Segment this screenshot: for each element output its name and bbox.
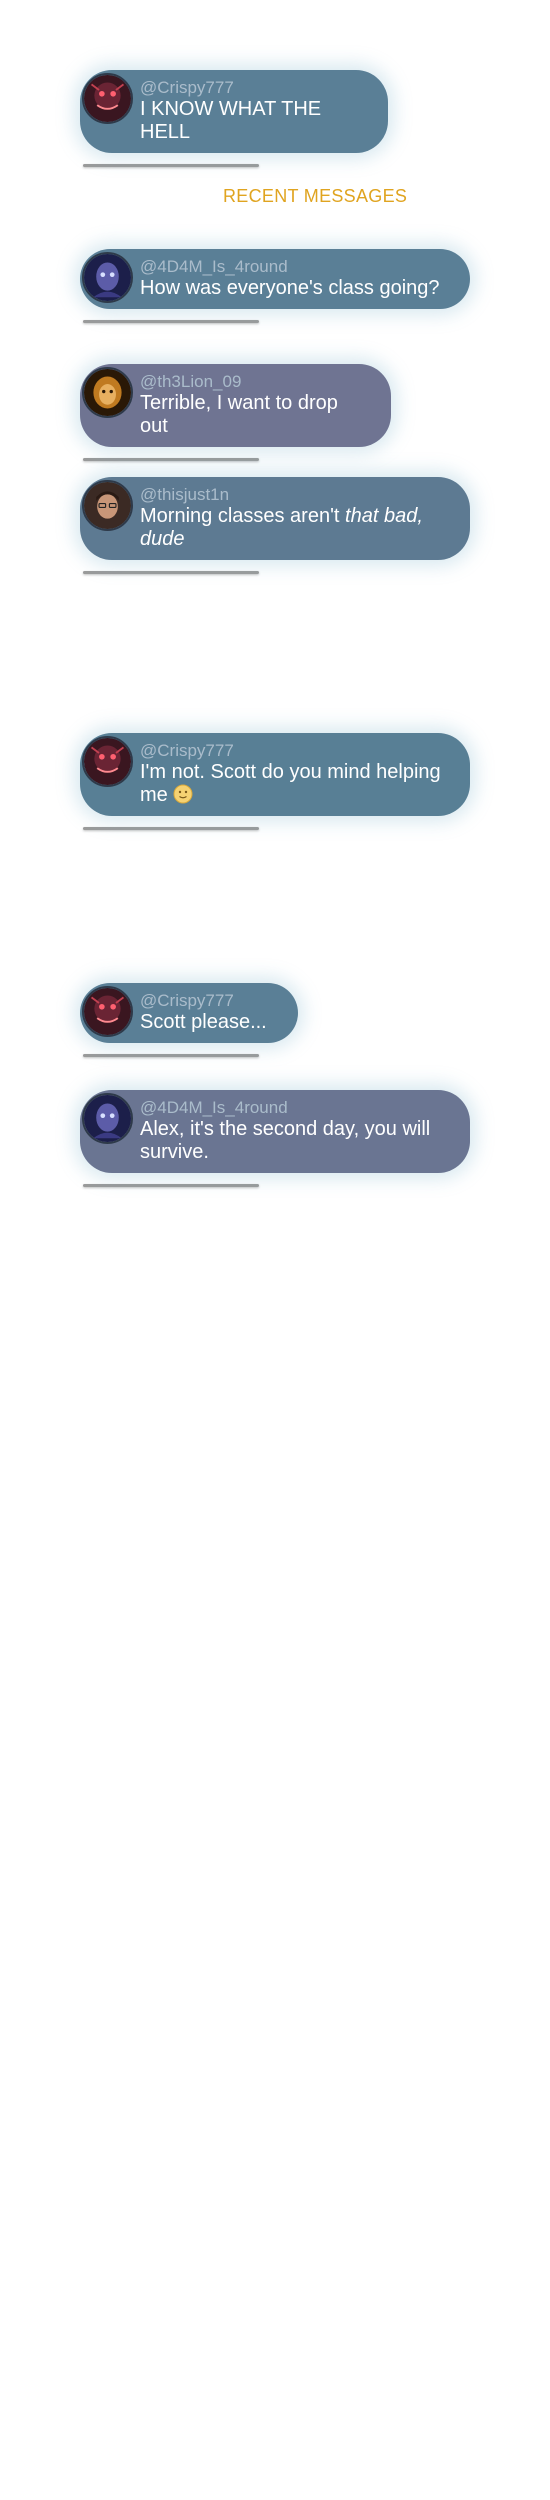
message-username[interactable]: @4D4M_Is_4round <box>140 257 448 277</box>
crispy-avatar-icon[interactable] <box>82 986 133 1037</box>
adam-avatar-icon[interactable] <box>82 1093 133 1144</box>
message-divider <box>83 827 259 830</box>
message-bubble[interactable]: @th3Lion_09 Terrible, I want to drop out <box>80 364 391 447</box>
adam-avatar-icon[interactable] <box>82 252 133 303</box>
message-username[interactable]: @Crispy777 <box>140 741 448 761</box>
slightly-smiling-face-emoji <box>173 784 193 804</box>
crispy-avatar-icon[interactable] <box>82 73 133 124</box>
message-text: Alex, it's the second day, you will surv… <box>140 1118 431 1163</box>
message-item: @th3Lion_09 Terrible, I want to drop out <box>80 364 391 461</box>
message-item: @Crispy777 Scott please... <box>80 983 298 1057</box>
message-divider <box>83 571 259 574</box>
message-bubble[interactable]: @Crispy777 Scott please... <box>80 983 298 1043</box>
message-text-plain: Morning classes aren't <box>140 505 346 527</box>
message-divider <box>83 1054 259 1057</box>
section-title: RECENT MESSAGES <box>223 186 408 206</box>
message-bubble[interactable]: @Crispy777 I'm not. Scott do you mind he… <box>80 733 470 816</box>
lion-avatar-icon[interactable] <box>82 367 133 418</box>
message-username[interactable]: @Crispy777 <box>140 991 276 1011</box>
message-username[interactable]: @th3Lion_09 <box>140 372 369 392</box>
message-item: @thisjust1n Morning classes aren't that … <box>80 477 470 574</box>
message-divider <box>83 164 259 167</box>
message-text: How was everyone's class going? <box>140 277 440 299</box>
message-text: I'm not. Scott do you mind helping me <box>140 761 448 807</box>
message-bubble[interactable]: @4D4M_Is_4round How was everyone's class… <box>80 249 470 309</box>
crispy-avatar-icon[interactable] <box>82 736 133 787</box>
message-username[interactable]: @Crispy777 <box>140 78 366 98</box>
message-item: @Crispy777 I'm not. Scott do you mind he… <box>80 733 470 830</box>
message-divider <box>83 1184 259 1187</box>
message-text: Scott please... <box>140 1011 267 1033</box>
message-text: Morning classes aren't that bad, dude <box>140 505 448 551</box>
message-divider <box>83 320 259 323</box>
message-text: Terrible, I want to drop out <box>140 392 338 437</box>
message-item: @4D4M_Is_4round How was everyone's class… <box>80 249 470 323</box>
message-bubble[interactable]: @thisjust1n Morning classes aren't that … <box>80 477 470 560</box>
message-text: I KNOW WHAT THE HELL <box>140 98 322 143</box>
message-username[interactable]: @thisjust1n <box>140 485 448 505</box>
message-bubble[interactable]: @Crispy777 I KNOW WHAT THE HELL <box>80 70 388 153</box>
justin-avatar-icon[interactable] <box>82 480 133 531</box>
message-bubble[interactable]: @4D4M_Is_4round Alex, it's the second da… <box>80 1090 470 1173</box>
message-item: @4D4M_Is_4round Alex, it's the second da… <box>80 1090 470 1187</box>
pinned-message: @Crispy777 I KNOW WHAT THE HELL <box>80 70 388 167</box>
message-username[interactable]: @4D4M_Is_4round <box>140 1098 448 1118</box>
message-divider <box>83 458 259 461</box>
